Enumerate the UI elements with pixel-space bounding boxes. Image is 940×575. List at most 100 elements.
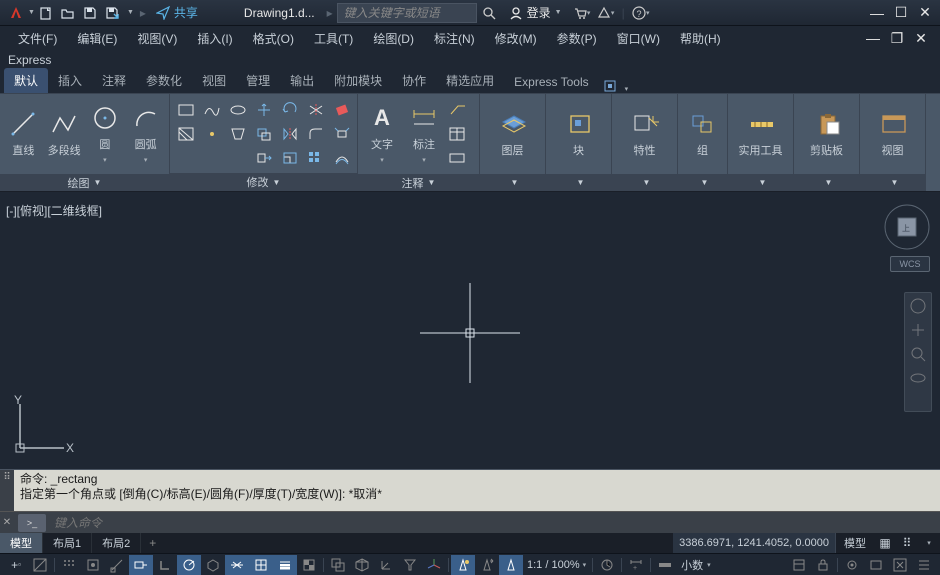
tool-array[interactable]	[304, 147, 328, 169]
tool-table[interactable]	[446, 123, 470, 145]
grid-menu-icon[interactable]: ▾	[918, 533, 940, 553]
nav-wheel-icon[interactable]	[909, 297, 927, 315]
viewport-label[interactable]: [-][俯视][二维线框]	[6, 202, 102, 219]
tool-spline[interactable]	[200, 99, 224, 121]
search-icon[interactable]	[477, 3, 501, 23]
ribbon-tab-addins[interactable]: 附加模块	[324, 68, 392, 93]
tool-dimension[interactable]: 标注▾	[404, 98, 444, 170]
ribbon-tab-output[interactable]: 输出	[280, 68, 324, 93]
tool-layer[interactable]: 图层	[485, 98, 541, 170]
express-label[interactable]: Express	[0, 50, 940, 70]
menu-format[interactable]: 格式(O)	[243, 27, 304, 50]
panel-annotation-title[interactable]: 注释▼	[358, 174, 479, 191]
model-space-toggle[interactable]: 模型	[835, 533, 874, 553]
tool-rotate[interactable]	[278, 99, 302, 121]
ribbon-feature-icon[interactable]	[599, 79, 621, 93]
autodesk-icon[interactable]: ▾	[594, 3, 618, 23]
tool-text[interactable]: A 文字▾	[362, 98, 402, 170]
dynamic-input-icon[interactable]	[129, 555, 153, 575]
tool-scale[interactable]	[278, 147, 302, 169]
snap-mode-icon[interactable]	[81, 555, 105, 575]
ribbon-tab-default[interactable]: 默认	[4, 68, 48, 93]
infer-constraints-icon[interactable]	[105, 555, 129, 575]
command-input[interactable]	[50, 516, 940, 530]
tool-line[interactable]: 直线	[4, 98, 43, 170]
ucs-icon[interactable]: XY	[10, 394, 74, 461]
tool-block[interactable]: 块	[551, 98, 607, 170]
panel-view-title[interactable]: ▼	[860, 174, 925, 191]
menu-insert[interactable]: 插入(I)	[187, 27, 242, 50]
tool-arc[interactable]: 圆弧▾	[126, 98, 165, 170]
quick-properties-icon[interactable]	[787, 555, 811, 575]
grid-settings-icon[interactable]: ⠿	[896, 533, 918, 553]
status-add-button[interactable]: +▫	[4, 555, 28, 575]
doc-restore-button[interactable]: ❐	[886, 29, 908, 47]
lineweight-icon[interactable]	[273, 555, 297, 575]
gizmo-icon[interactable]	[422, 555, 446, 575]
panel-modify-title[interactable]: 修改▼	[170, 173, 357, 191]
ribbon-tab-parametric[interactable]: 参数化	[136, 68, 192, 93]
tool-trim[interactable]	[304, 99, 328, 121]
clean-screen-icon[interactable]	[888, 555, 912, 575]
ribbon-tab-insert[interactable]: 插入	[48, 68, 92, 93]
wcs-badge[interactable]: WCS	[890, 256, 930, 272]
panel-properties-title[interactable]: ▼	[612, 174, 677, 191]
close-button[interactable]: ✕	[914, 4, 936, 22]
menu-window[interactable]: 窗口(W)	[607, 27, 670, 50]
ribbon-tab-manage[interactable]: 管理	[236, 68, 280, 93]
selection-filter-icon[interactable]	[398, 555, 422, 575]
ribbon-tab-express[interactable]: Express Tools	[504, 71, 598, 93]
isometric-icon[interactable]	[201, 555, 225, 575]
qat-more-arrow[interactable]: ▼	[127, 9, 134, 16]
ortho-mode-icon[interactable]	[153, 555, 177, 575]
doc-minimize-button[interactable]: —	[862, 29, 884, 47]
units-dropdown-arrow[interactable]: ▾	[707, 561, 711, 569]
minimize-button[interactable]: —	[866, 4, 888, 22]
3d-osnap-icon[interactable]	[350, 555, 374, 575]
polar-tracking-icon[interactable]	[177, 555, 201, 575]
drawing-canvas[interactable]: [-][俯视][二维线框] 上 WCS XY	[0, 196, 940, 469]
layout-tab-model[interactable]: 模型	[0, 533, 43, 553]
help-icon[interactable]: ?▾	[629, 3, 653, 23]
nav-orbit-icon[interactable]	[909, 369, 927, 387]
tool-ellipse[interactable]	[226, 99, 250, 121]
cmd-handle-icon[interactable]: ⠿	[0, 472, 14, 483]
autocad-logo[interactable]	[8, 5, 24, 21]
tool-hatch[interactable]	[174, 123, 198, 145]
menu-param[interactable]: 参数(P)	[547, 27, 607, 50]
qat-new-icon[interactable]	[36, 3, 56, 23]
cmd-prompt-icon[interactable]: >_	[18, 514, 46, 532]
menu-dim[interactable]: 标注(N)	[424, 27, 485, 50]
annotation-scale-icon[interactable]	[499, 555, 523, 575]
layout-add-button[interactable]: +	[141, 534, 164, 552]
tool-erase[interactable]	[330, 99, 354, 121]
selection-cycling-icon[interactable]	[326, 555, 350, 575]
panel-layer-title[interactable]: ▼	[480, 174, 545, 191]
menu-draw[interactable]: 绘图(D)	[363, 27, 424, 50]
login-button[interactable]: 登录 ▼	[509, 4, 562, 21]
tool-fillet[interactable]	[304, 123, 328, 145]
ribbon-tab-view[interactable]: 视图	[192, 68, 236, 93]
tool-polyline[interactable]: 多段线	[45, 98, 84, 170]
units-icon[interactable]	[653, 555, 677, 575]
tool-rectangle[interactable]	[174, 99, 198, 121]
menu-tools[interactable]: 工具(T)	[304, 27, 363, 50]
app-menu-arrow[interactable]: ▼	[28, 9, 35, 16]
qat-save-icon[interactable]	[80, 3, 100, 23]
ribbon-tab-featured[interactable]: 精选应用	[436, 68, 504, 93]
menu-edit[interactable]: 编辑(E)	[67, 27, 127, 50]
layout-tab-1[interactable]: 布局1	[43, 533, 92, 553]
tool-offset[interactable]	[330, 147, 354, 169]
menu-view[interactable]: 视图(V)	[127, 27, 187, 50]
panel-block-title[interactable]: ▼	[546, 174, 611, 191]
ribbon-tab-annotate[interactable]: 注释	[92, 68, 136, 93]
layout-tab-2[interactable]: 布局2	[92, 533, 141, 553]
snap-grid-icon[interactable]	[57, 555, 81, 575]
tool-region[interactable]	[226, 123, 250, 145]
panel-draw-title[interactable]: 绘图▼	[0, 174, 169, 191]
tool-copy[interactable]	[252, 123, 276, 145]
hardware-accel-icon[interactable]	[864, 555, 888, 575]
lock-ui-icon[interactable]	[811, 555, 835, 575]
osnap-tracking-icon[interactable]	[225, 555, 249, 575]
tool-annot3[interactable]	[446, 147, 470, 169]
